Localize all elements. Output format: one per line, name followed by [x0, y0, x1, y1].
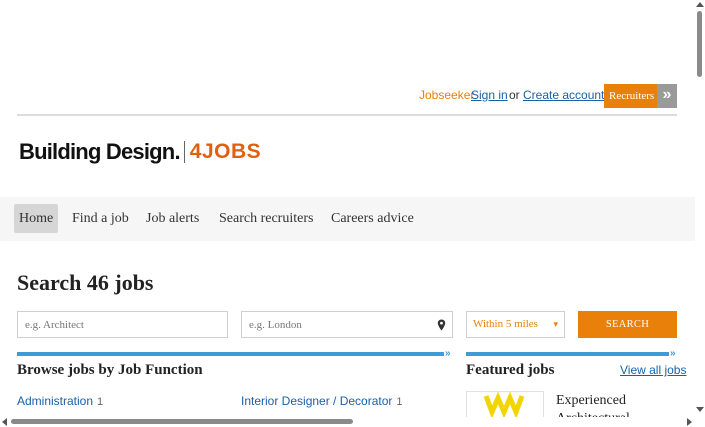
location-input[interactable] [249, 312, 429, 337]
main-nav: Home Find a job Job alerts Search recrui… [0, 197, 695, 241]
featured-employer-logo[interactable] [466, 391, 544, 417]
browse-title: Browse jobs by Job Function [17, 362, 203, 378]
search-button[interactable]: SEARCH [578, 311, 677, 338]
vertical-scroll-thumb[interactable] [697, 11, 702, 77]
job-function-label: Administration [17, 394, 94, 408]
job-function-link[interactable]: Administration 1 [17, 394, 103, 408]
radius-value: Within 5 miles [473, 318, 538, 330]
vertical-scrollbar[interactable] [695, 0, 705, 417]
job-function-count: 1 [97, 396, 104, 408]
recruiters-label: Recruiters [604, 84, 657, 108]
chevron-down-icon: ▾ [553, 319, 558, 329]
sign-in-link[interactable]: Sign in [471, 88, 508, 102]
job-function-link[interactable]: Interior Designer / Decorator 1 [241, 394, 403, 408]
horizontal-scroll-thumb[interactable] [11, 419, 353, 424]
logo-4jobs: 4JOBS [189, 140, 262, 163]
scroll-left-arrow-icon[interactable] [2, 418, 7, 426]
scrollbar-corner [695, 417, 705, 427]
featured-section-bar [466, 352, 669, 356]
nav-item-job-alerts[interactable]: Job alerts [141, 204, 204, 233]
create-account-link[interactable]: Create account [523, 88, 604, 102]
view-all-jobs-link[interactable]: View all jobs [620, 363, 686, 377]
featured-title: Featured jobs [466, 362, 555, 378]
nav-item-home[interactable]: Home [14, 204, 59, 233]
featured-job-title[interactable]: Experienced Architectural [556, 392, 676, 417]
horizontal-scrollbar[interactable] [0, 417, 695, 427]
recruiters-button[interactable]: Recruiters » [604, 84, 677, 108]
employer-logo-mark [483, 392, 525, 417]
browse-section-bar [17, 352, 444, 356]
site-logo[interactable]: Building Design. 4JOBS [19, 138, 261, 166]
logo-wordmark: Building Design. [19, 139, 181, 164]
double-chevron-right-icon: » [657, 84, 677, 108]
nav-item-search-recruiters[interactable]: Search recruiters [214, 204, 318, 233]
nav-item-find-a-job[interactable]: Find a job [67, 204, 134, 233]
or-text: or [509, 88, 520, 102]
job-function-label: Interior Designer / Decorator [241, 394, 393, 408]
double-chevron-right-icon: » [670, 348, 676, 359]
scroll-down-arrow-icon[interactable] [696, 407, 704, 412]
radius-select[interactable]: Within 5 miles ▾ [466, 311, 565, 338]
job-function-count: 1 [396, 396, 403, 408]
scroll-right-arrow-icon[interactable] [687, 418, 692, 426]
account-bar: Jobseeker Sign in or Create account Recr… [0, 84, 695, 108]
jobseeker-label: Jobseeker [419, 88, 475, 102]
logo-separator [183, 141, 185, 163]
scroll-up-arrow-icon[interactable] [696, 2, 704, 7]
browser-viewport: Jobseeker Sign in or Create account Recr… [0, 0, 695, 417]
nav-item-careers-advice[interactable]: Careers advice [326, 204, 419, 233]
header-divider [17, 114, 677, 116]
search-title: Search 46 jobs [17, 270, 154, 295]
keywords-field[interactable] [17, 311, 228, 338]
keywords-input[interactable] [25, 312, 220, 337]
double-chevron-right-icon: » [445, 348, 451, 359]
location-field[interactable] [241, 311, 453, 338]
map-pin-icon [437, 319, 446, 331]
